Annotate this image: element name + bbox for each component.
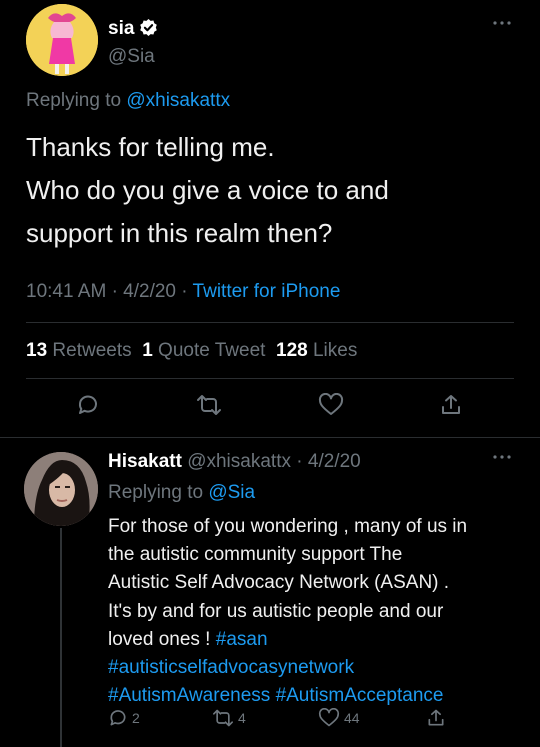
reply-button[interactable]: 2 xyxy=(108,708,140,728)
hashtag-link[interactable]: #AutismAcceptance xyxy=(276,685,444,706)
reply-text-segment: loved ones ! xyxy=(108,628,216,650)
reply-text-line: #autisticselfadvocasynetwork xyxy=(108,654,518,682)
like-icon xyxy=(318,708,340,727)
divider xyxy=(26,378,514,379)
more-icon[interactable] xyxy=(492,20,512,26)
reply-text: For those of you wondering , many of us … xyxy=(108,513,518,710)
display-name[interactable]: sia xyxy=(108,18,134,40)
share-icon xyxy=(428,709,444,726)
retweet-button[interactable] xyxy=(196,393,222,425)
share-button[interactable] xyxy=(439,393,463,425)
quotes-label: Quote Tweet xyxy=(158,340,266,361)
avatar-image xyxy=(24,452,98,526)
reply-count: 2 xyxy=(132,710,140,726)
reply-text-line: For those of you wondering , many of us … xyxy=(108,516,468,537)
reply-icon xyxy=(78,395,97,414)
replying-to-label: Replying to xyxy=(108,482,204,503)
tweet-text-line: Thanks for telling me. xyxy=(26,132,275,162)
retweet-button[interactable]: 4 xyxy=(212,708,246,728)
replying-to-handle[interactable]: @xhisakattx xyxy=(126,90,230,111)
share-icon xyxy=(442,395,460,414)
likes-label: Likes xyxy=(312,340,358,361)
reply-text-line: loved ones ! #asan xyxy=(108,626,518,654)
hashtag-link[interactable]: #autisticselfadvocasynetwork xyxy=(108,657,354,678)
avatar-hisakatt[interactable] xyxy=(24,452,98,526)
like-count: 44 xyxy=(344,710,360,726)
quotes-count: 1 xyxy=(142,340,153,361)
avatar-sia[interactable] xyxy=(26,4,98,76)
likes-stat[interactable]: 128 Likes xyxy=(276,340,357,361)
avatar-image xyxy=(26,4,98,76)
tweet-date[interactable]: 4/2/20 xyxy=(308,451,361,472)
tweet-source[interactable]: Twitter for iPhone xyxy=(193,281,341,302)
meta-separator: · xyxy=(181,281,188,302)
like-icon xyxy=(318,393,344,415)
reply-header: Hisakatt @xhisakattx · 4/2/20 xyxy=(108,451,361,473)
tweet-date[interactable]: 4/2/20 xyxy=(123,281,176,302)
hashtag-link[interactable]: #asan xyxy=(216,629,268,650)
replying-to-label: Replying to xyxy=(26,90,122,111)
replying-to-line: Replying to @xhisakattx xyxy=(26,90,230,112)
tweet-text: Thanks for telling me. Who do you give a… xyxy=(26,126,506,255)
reply-text-line: the autistic community support The xyxy=(108,544,403,566)
reply-icon xyxy=(110,710,126,726)
likes-count: 128 xyxy=(276,340,308,361)
replying-to-handle[interactable]: @Sia xyxy=(208,482,255,503)
reply-text-line: It's by and for us autistic people and o… xyxy=(108,600,444,622)
divider xyxy=(0,437,540,438)
user-handle[interactable]: @xhisakattx xyxy=(187,451,291,472)
retweets-count: 13 xyxy=(26,340,48,361)
quotes-stat[interactable]: 1 Quote Tweet xyxy=(142,340,265,361)
reply-text-line: Autistic Self Advocacy Network (ASAN) . xyxy=(108,572,450,594)
tweet-text-line: Who do you give a voice to and xyxy=(26,175,389,205)
display-name[interactable]: Hisakatt xyxy=(108,451,182,472)
retweets-stat[interactable]: 13 Retweets xyxy=(26,340,132,361)
meta-separator: · xyxy=(296,451,303,472)
reply-text-line: #AutismAwareness #AutismAcceptance xyxy=(108,682,518,710)
verified-badge-icon xyxy=(139,18,158,37)
user-handle[interactable]: @Sia xyxy=(108,46,155,68)
replying-to-line: Replying to @Sia xyxy=(108,482,255,504)
reply-button[interactable] xyxy=(76,393,100,425)
tweet-meta: 10:41 AM · 4/2/20 · Twitter for iPhone xyxy=(26,281,340,303)
tweet-stats: 13 Retweets 1 Quote Tweet 128 Likes xyxy=(26,340,357,362)
tweet-time[interactable]: 10:41 AM xyxy=(26,281,106,302)
share-button[interactable] xyxy=(426,708,446,728)
more-icon[interactable] xyxy=(492,454,512,460)
retweet-icon xyxy=(212,709,233,727)
hashtag-link[interactable]: #AutismAwareness xyxy=(108,685,270,706)
tweet-text-line: support in this realm then? xyxy=(26,218,333,248)
thread-line xyxy=(60,528,62,747)
retweet-count: 4 xyxy=(238,710,246,726)
like-button[interactable] xyxy=(318,393,344,425)
like-button[interactable]: 44 xyxy=(318,708,360,728)
retweets-label: Retweets xyxy=(52,340,132,361)
meta-separator: · xyxy=(111,281,118,302)
retweet-icon xyxy=(197,395,221,415)
divider xyxy=(26,322,514,323)
